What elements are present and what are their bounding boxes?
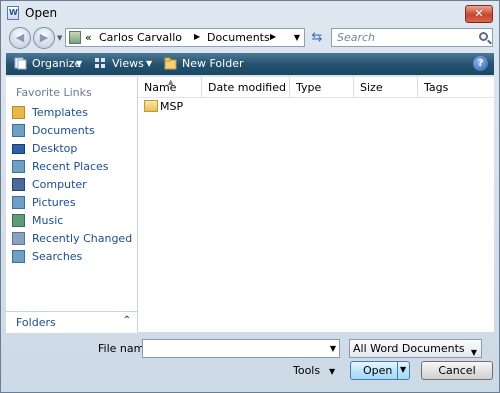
sidebar-item-templates[interactable]: Templates [12, 105, 137, 121]
search-icon[interactable] [479, 32, 488, 41]
column-header-label: Type [296, 81, 322, 94]
file-type-dropdown-icon[interactable]: ▼ [471, 344, 477, 361]
column-header-label: Size [360, 81, 383, 94]
recent-places-icon [12, 160, 25, 173]
recently-changed-icon [12, 232, 25, 245]
breadcrumb-separator-icon[interactable]: ▶ [194, 32, 200, 41]
file-type-value: All Word Documents [353, 342, 465, 355]
forward-arrow-icon[interactable]: ▶ [33, 27, 55, 49]
sidebar-item-searches[interactable]: Searches [12, 249, 137, 265]
close-button[interactable]: ✕ [465, 5, 493, 23]
file-name-input[interactable]: ▼ [142, 339, 340, 358]
organize-button[interactable]: Organize [32, 57, 81, 70]
sidebar-item-recently-changed[interactable]: Recently Changed [12, 231, 137, 247]
organize-icon [14, 57, 27, 70]
title-bar: Open ✕ [1, 1, 499, 25]
breadcrumb-overflow[interactable]: « [85, 31, 92, 44]
search-placeholder: Search [337, 31, 376, 44]
file-name-dropdown-icon[interactable]: ▼ [330, 344, 336, 353]
open-button-label: Open [363, 364, 393, 377]
open-dialog: Open ✕ ◀ ▶ ▼ « Carlos Carvallo ▶ Documen… [0, 0, 500, 393]
folders-toggle[interactable]: Folders ⌃ [6, 311, 137, 333]
organize-dropdown-icon[interactable]: ▼ [76, 59, 82, 68]
folder-icon [144, 100, 158, 112]
address-dropdown-icon[interactable]: ▼ [294, 33, 300, 42]
sidebar-item-label: Computer [32, 178, 87, 191]
list-item[interactable]: MSP [144, 99, 344, 115]
help-icon[interactable]: ? [473, 56, 488, 71]
window-title: Open [25, 6, 58, 20]
sidebar-item-desktop[interactable]: Desktop [12, 141, 137, 157]
chevron-up-icon[interactable]: ⌃ [123, 315, 131, 326]
views-icon [95, 58, 105, 68]
views-button[interactable]: Views [112, 57, 144, 70]
sidebar-item-label: Recently Changed [32, 232, 133, 245]
pictures-icon [12, 196, 25, 209]
breadcrumb-item-carlos-carvallo[interactable]: Carlos Carvallo [99, 31, 182, 44]
sidebar-item-label: Pictures [32, 196, 76, 209]
sidebar-item-label: Desktop [32, 142, 78, 155]
file-list: Name ▲ Date modified Type Size Tags MSP [138, 77, 494, 332]
column-header-size[interactable]: Size [354, 77, 418, 97]
desktop-icon [12, 144, 25, 154]
documents-folder-icon [69, 31, 81, 44]
column-header-name[interactable]: Name ▲ [138, 77, 202, 97]
tools-dropdown-icon[interactable]: ▼ [329, 367, 335, 376]
column-header-tags[interactable]: Tags [418, 77, 494, 97]
sidebar-item-music[interactable]: Music [12, 213, 137, 229]
sidebar-item-label: Searches [32, 250, 83, 263]
breadcrumb-item-documents[interactable]: Documents [207, 31, 270, 44]
favorite-links-header: Favorite Links [16, 86, 92, 99]
breadcrumb-separator-icon[interactable]: ▶ [270, 32, 276, 41]
new-folder-icon [164, 57, 177, 70]
header-divider [138, 97, 494, 98]
folders-label: Folders [16, 316, 56, 329]
new-folder-button[interactable]: New Folder [182, 57, 243, 70]
computer-icon [12, 178, 25, 191]
sidebar-item-documents[interactable]: Documents [12, 123, 137, 139]
navigation-bar: ◀ ▶ ▼ « Carlos Carvallo ▶ Documents ▶ ▼ … [1, 25, 499, 51]
sort-arrow-icon: ▲ [168, 78, 174, 86]
sidebar-item-recent-places[interactable]: Recent Places [12, 159, 137, 175]
list-item-name: MSP [160, 100, 184, 113]
templates-icon [12, 106, 25, 119]
back-arrow-icon[interactable]: ◀ [9, 27, 31, 49]
recent-pages-dropdown-icon[interactable]: ▼ [57, 34, 62, 42]
file-type-select[interactable]: All Word Documents ▼ [349, 339, 482, 358]
searches-icon [12, 250, 25, 263]
refresh-icon[interactable]: ⇆ [307, 29, 327, 46]
column-header-date-modified[interactable]: Date modified [202, 77, 290, 97]
open-split-divider [397, 362, 398, 379]
tools-button[interactable]: Tools [293, 364, 320, 377]
sidebar-item-label: Music [32, 214, 64, 227]
column-header-label: Tags [424, 81, 449, 94]
sidebar-item-label: Documents [32, 124, 95, 137]
documents-icon [12, 124, 25, 137]
sidebar-item-label: Templates [32, 106, 88, 119]
music-icon [12, 214, 25, 227]
open-dropdown-icon[interactable]: ▼ [400, 365, 406, 374]
sidebar-item-computer[interactable]: Computer [12, 177, 137, 193]
word-app-icon [7, 6, 19, 20]
sidebar-item-pictures[interactable]: Pictures [12, 195, 137, 211]
column-header-label: Date modified [208, 81, 286, 94]
cancel-button[interactable]: Cancel [421, 361, 493, 380]
column-header-type[interactable]: Type [290, 77, 354, 97]
command-toolbar: Organize ▼ Views ▼ New Folder ? [6, 53, 494, 75]
sidebar-item-label: Recent Places [32, 160, 109, 173]
views-dropdown-icon[interactable]: ▼ [146, 59, 152, 68]
address-bar[interactable]: « Carlos Carvallo ▶ Documents ▶ ▼ [65, 28, 305, 47]
navigation-pane: Favorite Links Templates Documents Deskt… [6, 77, 138, 333]
search-input[interactable]: Search [331, 28, 493, 47]
